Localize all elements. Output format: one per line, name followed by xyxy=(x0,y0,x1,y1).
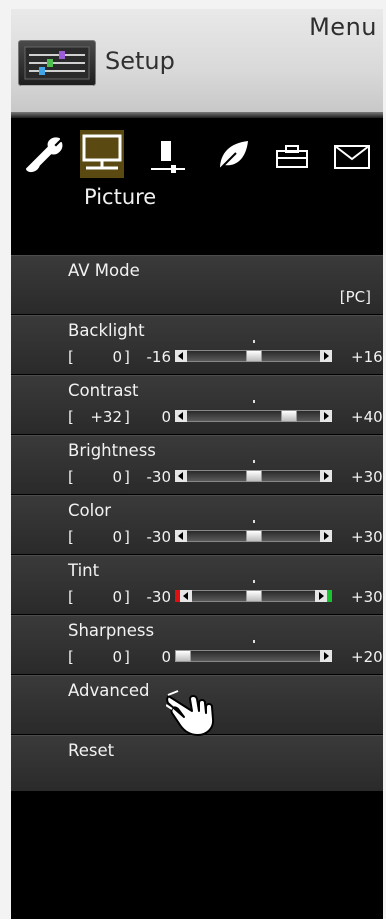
bracket-close: ] xyxy=(124,408,130,426)
bracket-open: [ xyxy=(68,348,74,366)
menu-item-backlight[interactable]: Backlight [ 0 ] -16 +16 xyxy=(11,315,383,374)
arrow-right-icon[interactable] xyxy=(320,410,332,422)
arrow-left-icon[interactable] xyxy=(175,410,187,422)
brightness-max: +30 xyxy=(351,468,383,486)
color-max: +30 xyxy=(351,528,383,546)
brightness-label: Brightness xyxy=(68,441,156,460)
menu-item-color[interactable]: Color [ 0 ] -30 +30 xyxy=(11,495,383,554)
bracket-close: ] xyxy=(124,468,130,486)
brightness-slider[interactable] xyxy=(175,460,332,482)
arrow-left-icon[interactable] xyxy=(180,590,192,602)
arrow-right-icon[interactable] xyxy=(320,530,332,542)
header-divider xyxy=(21,85,93,96)
brightness-current: 0 xyxy=(112,468,122,486)
slider-knob[interactable] xyxy=(245,590,262,602)
menu-item-tint[interactable]: Tint [ 0 ] -30 +30 xyxy=(11,555,383,614)
toolbox-icon[interactable] xyxy=(275,145,309,173)
eco-leaf-icon[interactable] xyxy=(216,139,250,175)
wrench-icon[interactable] xyxy=(23,137,63,177)
tint-current: 0 xyxy=(112,588,122,606)
menu-item-av-mode[interactable]: AV Mode [PC] xyxy=(11,255,383,314)
backlight-min: -16 xyxy=(146,348,172,366)
hand-pointer-icon xyxy=(165,689,226,741)
sharpness-slider[interactable] xyxy=(175,640,332,662)
menu-item-brightness[interactable]: Brightness [ 0 ] -30 +30 xyxy=(11,435,383,494)
arrow-right-icon[interactable] xyxy=(320,470,332,482)
backlight-max: +16 xyxy=(351,348,383,366)
menu-item-contrast[interactable]: Contrast [ +32 ] 0 +40 xyxy=(11,375,383,434)
tint-slider[interactable] xyxy=(175,580,332,602)
menu-header: Menu Setup xyxy=(11,9,383,112)
section-title: Setup xyxy=(105,47,175,75)
sharpness-max: +20 xyxy=(351,648,383,666)
selected-category-label: Picture xyxy=(84,185,157,209)
slider-knob[interactable] xyxy=(175,650,191,662)
tint-min: -30 xyxy=(146,588,172,606)
tint-green-end xyxy=(327,590,332,602)
header-shadow-band xyxy=(11,112,383,118)
av-mode-value: [PC] xyxy=(339,288,371,306)
envelope-icon[interactable] xyxy=(334,145,370,173)
backlight-label: Backlight xyxy=(68,321,145,340)
bracket-open: [ xyxy=(68,468,74,486)
picture-monitor-icon[interactable] xyxy=(80,130,124,182)
slider-knob[interactable] xyxy=(245,530,262,542)
arrow-right-icon[interactable] xyxy=(320,650,332,662)
bracket-close: ] xyxy=(124,528,130,546)
arrow-left-icon[interactable] xyxy=(175,470,187,482)
contrast-label: Contrast xyxy=(68,381,139,400)
sharpness-current: 0 xyxy=(112,648,122,666)
contrast-slider[interactable] xyxy=(175,400,332,422)
color-current: 0 xyxy=(112,528,122,546)
color-slider[interactable] xyxy=(175,520,332,542)
menu-title: Menu xyxy=(309,13,377,41)
contrast-min: 0 xyxy=(161,408,171,426)
bracket-open: [ xyxy=(68,648,74,666)
brightness-min: -30 xyxy=(146,468,172,486)
sharpness-label: Sharpness xyxy=(68,621,155,640)
bracket-close: ] xyxy=(124,648,130,666)
advanced-label: Advanced xyxy=(68,681,150,700)
menu-item-sharpness[interactable]: Sharpness [ 0 ] 0 +20 xyxy=(11,615,383,674)
arrow-left-icon[interactable] xyxy=(175,530,187,542)
color-min: -30 xyxy=(146,528,172,546)
sharpness-min: 0 xyxy=(161,648,171,666)
bracket-close: ] xyxy=(124,348,130,366)
empty-area xyxy=(11,791,383,919)
av-mode-label: AV Mode xyxy=(68,261,140,280)
contrast-current: +32 xyxy=(90,408,122,426)
bracket-open: [ xyxy=(68,528,74,546)
reset-label: Reset xyxy=(68,741,115,760)
color-label: Color xyxy=(68,501,112,520)
bracket-close: ] xyxy=(124,588,130,606)
backlight-slider[interactable] xyxy=(175,340,332,362)
backlight-current: 0 xyxy=(112,348,122,366)
tint-label: Tint xyxy=(68,561,100,580)
tint-max: +30 xyxy=(351,588,383,606)
contrast-max: +40 xyxy=(351,408,383,426)
bracket-open: [ xyxy=(68,588,74,606)
slider-knob[interactable] xyxy=(245,470,262,482)
menu-item-reset[interactable]: Reset xyxy=(11,735,383,792)
slider-knob[interactable] xyxy=(280,410,297,422)
speaker-icon[interactable] xyxy=(151,137,187,181)
arrow-right-icon[interactable] xyxy=(315,590,327,602)
slider-knob[interactable] xyxy=(245,350,262,362)
arrow-right-icon[interactable] xyxy=(320,350,332,362)
bracket-open: [ xyxy=(68,408,74,426)
setup-sliders-icon xyxy=(18,40,96,86)
menu-panel: Menu Setup Picture AV Mode [PC] Backligh… xyxy=(11,9,383,919)
arrow-left-icon[interactable] xyxy=(175,350,187,362)
